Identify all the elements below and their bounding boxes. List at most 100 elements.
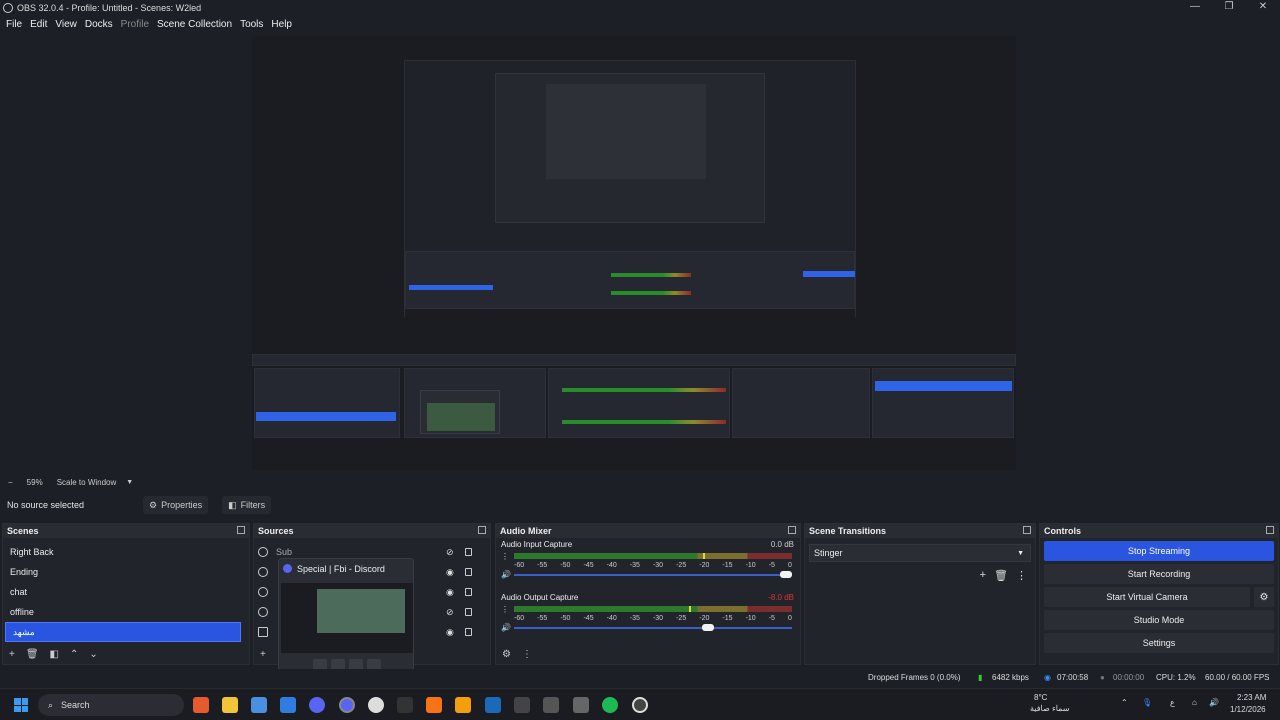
game-launcher-icon[interactable]	[397, 697, 413, 713]
track-options-icon[interactable]: ⋮	[501, 605, 509, 614]
zoom-out-button[interactable]: −	[8, 478, 13, 487]
transition-select[interactable]: Stinger ▼	[809, 544, 1031, 562]
advanced-audio-button[interactable]: ⚙	[502, 649, 511, 660]
mixer-menu-button[interactable]: ⋮	[522, 649, 532, 660]
eye-icon[interactable]: ◉	[446, 627, 454, 638]
zoom-level[interactable]: 59%	[27, 478, 43, 487]
dock-options-icon[interactable]	[478, 526, 486, 534]
dock-options-icon[interactable]	[1266, 526, 1274, 534]
sublime-icon[interactable]	[426, 697, 442, 713]
dock-options-icon[interactable]	[788, 526, 796, 534]
scene-item[interactable]: chat	[3, 582, 249, 602]
start-recording-button[interactable]: Start Recording	[1044, 564, 1274, 584]
brave-icon[interactable]	[193, 697, 209, 713]
menu-profile[interactable]: Profile	[121, 19, 149, 30]
lock-icon[interactable]	[465, 548, 472, 556]
settings-icon[interactable]	[368, 697, 384, 713]
transitions-title: Scene Transitions	[809, 526, 887, 536]
app-m-icon[interactable]	[573, 697, 589, 713]
scene-filters-button[interactable]: ◧	[50, 649, 59, 660]
maximize-button[interactable]: ❐	[1212, 0, 1246, 14]
remove-transition-button[interactable]: 🗑	[994, 569, 1008, 582]
menu-tools[interactable]: Tools	[240, 19, 263, 30]
clock-time[interactable]: 2:23 AM	[1237, 693, 1266, 702]
store-icon[interactable]	[251, 697, 267, 713]
scene-item[interactable]: offline	[3, 602, 249, 622]
record-icon: ●	[1100, 673, 1105, 682]
eye-hidden-icon[interactable]: ⊘	[446, 607, 454, 618]
dock-options-icon[interactable]	[1023, 526, 1031, 534]
taskbar-search[interactable]: ⌕ Search	[38, 694, 184, 716]
scene-item-selected[interactable]: مشهد	[5, 622, 241, 642]
dock-options-icon[interactable]	[237, 526, 245, 534]
steam-icon[interactable]	[485, 697, 501, 713]
meter-tick-label: -60	[514, 562, 525, 569]
scene-item[interactable]: Ending	[3, 562, 249, 582]
add-scene-button[interactable]: +	[9, 649, 15, 660]
eye-hidden-icon[interactable]: ⊘	[446, 547, 454, 558]
menu-help[interactable]: Help	[271, 19, 292, 30]
discord-icon[interactable]	[309, 697, 325, 713]
speaker-icon[interactable]: 🔊	[501, 570, 511, 579]
menu-edit[interactable]: Edit	[30, 19, 47, 30]
weather-temp[interactable]: 8°C	[1034, 693, 1047, 702]
stop-streaming-button[interactable]: Stop Streaming	[1044, 541, 1274, 561]
windows-start-icon[interactable]	[14, 698, 28, 712]
add-source-button[interactable]: +	[260, 649, 266, 660]
properties-button[interactable]: ⚙ Properties	[143, 496, 209, 514]
obs-icon[interactable]	[632, 697, 648, 713]
studio-mode-button[interactable]: Studio Mode	[1044, 610, 1274, 630]
preview-canvas[interactable]	[252, 36, 1016, 470]
settings-button[interactable]: Settings	[1044, 633, 1274, 653]
volume-knob[interactable]	[702, 624, 715, 631]
eye-icon[interactable]: ◉	[446, 567, 454, 578]
mirror-meter-output	[562, 420, 726, 424]
menu-docks[interactable]: Docks	[85, 19, 113, 30]
language-indicator[interactable]: ع	[1170, 698, 1175, 707]
volume-slider[interactable]	[514, 624, 792, 631]
volume-knob[interactable]	[780, 571, 792, 578]
mail-icon[interactable]	[280, 697, 296, 713]
close-button[interactable]: ✕	[1246, 0, 1280, 14]
preview-thumbnail[interactable]	[281, 583, 413, 653]
lock-icon[interactable]	[465, 628, 472, 636]
link-icon[interactable]	[543, 697, 559, 713]
preview-area[interactable]	[0, 33, 1280, 473]
spotify-icon[interactable]	[602, 697, 618, 713]
clock-date[interactable]: 1/12/2026	[1230, 705, 1266, 714]
lock-icon[interactable]	[465, 588, 472, 596]
chevron-down-icon[interactable]: ▼	[126, 479, 133, 486]
remove-scene-button[interactable]: 🗑	[26, 649, 39, 660]
move-up-button[interactable]: ⌃	[70, 649, 78, 660]
volume-icon[interactable]: 🔊	[1209, 698, 1219, 707]
transition-menu-button[interactable]: ⋮	[1016, 569, 1027, 582]
add-transition-button[interactable]: +	[980, 569, 986, 582]
speaker-icon[interactable]: 🔊	[501, 623, 511, 632]
volume-slider[interactable]	[514, 571, 792, 578]
eye-icon[interactable]: ◉	[446, 587, 454, 598]
title-bar: OBS 32.0.4 - Profile: Untitled - Scenes:…	[0, 0, 1280, 15]
search-icon: ⌕	[48, 699, 54, 710]
start-virtual-camera-button[interactable]: Start Virtual Camera	[1044, 587, 1250, 607]
filters-button[interactable]: ◧ Filters	[222, 496, 272, 514]
gear-icon[interactable]: ⚙	[1254, 587, 1274, 607]
taskbar-preview-card[interactable]: Special | Fbi - Discord	[278, 558, 414, 676]
discord-active-icon[interactable]	[339, 697, 355, 713]
app-a-icon[interactable]	[455, 697, 471, 713]
chevron-up-icon[interactable]: ⌃	[1121, 698, 1128, 707]
scenes-header: Scenes	[3, 524, 249, 538]
scene-item[interactable]: Right Back	[3, 542, 249, 562]
lock-icon[interactable]	[465, 608, 472, 616]
scale-mode-select[interactable]: Scale to Window	[57, 478, 117, 487]
menu-scene-collection[interactable]: Scene Collection	[157, 19, 232, 30]
microphone-icon[interactable]: 🎙	[1142, 698, 1152, 707]
lock-icon[interactable]	[465, 568, 472, 576]
menu-file[interactable]: File	[6, 19, 22, 30]
track-options-icon[interactable]: ⋮	[501, 552, 509, 561]
network-icon[interactable]: ⌂	[1192, 698, 1197, 707]
menu-view[interactable]: View	[55, 19, 77, 30]
file-explorer-icon[interactable]	[222, 697, 238, 713]
move-down-button[interactable]: ⌄	[89, 649, 97, 660]
minimize-button[interactable]: —	[1178, 0, 1212, 14]
epic-games-icon[interactable]	[514, 697, 530, 713]
